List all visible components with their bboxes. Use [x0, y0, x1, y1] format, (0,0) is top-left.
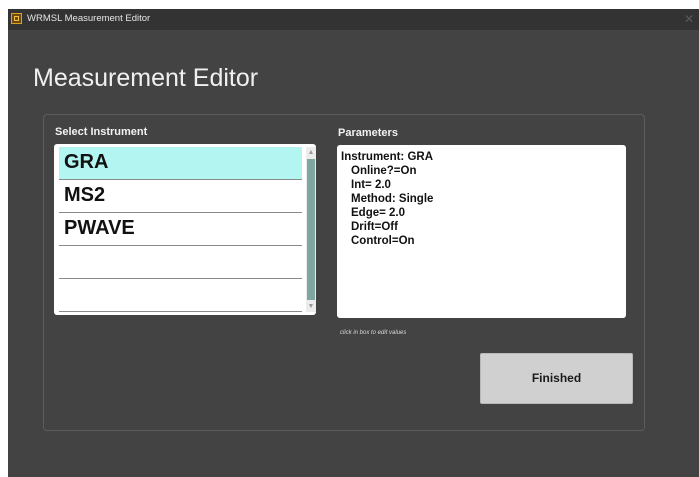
- window-title: WRMSL Measurement Editor: [27, 13, 151, 24]
- instrument-list[interactable]: GRA MS2 PWAVE ▲ ▼: [54, 144, 316, 315]
- instrument-item-empty-1[interactable]: [59, 246, 302, 279]
- edit-hint-text: click in box to edit values: [340, 330, 407, 336]
- list-item-label: PWAVE: [64, 217, 135, 239]
- param-line-edge: Edge= 2.0: [351, 207, 406, 219]
- close-icon[interactable]: ✕: [682, 12, 696, 26]
- select-instrument-label: Select Instrument: [55, 126, 148, 138]
- finished-button[interactable]: Finished: [480, 353, 633, 404]
- scroll-thumb[interactable]: [307, 159, 315, 300]
- scroll-up-icon[interactable]: ▲: [306, 147, 316, 158]
- app-icon: [11, 13, 22, 24]
- parameters-label: Parameters: [338, 127, 398, 139]
- param-line-drift: Drift=Off: [351, 221, 398, 233]
- list-item-label: GRA: [64, 151, 109, 173]
- parameters-box[interactable]: Instrument: GRA Online?=On Int= 2.0 Meth…: [337, 145, 626, 318]
- param-line-int: Int= 2.0: [351, 179, 391, 191]
- param-line-method: Method: Single: [351, 193, 434, 205]
- list-item-label: MS2: [64, 184, 106, 206]
- param-line-instrument: Instrument: GRA: [341, 151, 433, 163]
- instrument-item-ms2[interactable]: MS2: [59, 180, 302, 213]
- param-line-online: Online?=On: [351, 165, 417, 177]
- instrument-list-scrollbar[interactable]: ▲ ▼: [306, 147, 316, 312]
- instrument-item-empty-2[interactable]: [59, 279, 302, 312]
- page-title: Measurement Editor: [33, 64, 259, 92]
- instrument-item-gra[interactable]: GRA: [59, 147, 302, 180]
- scroll-down-icon[interactable]: ▼: [306, 301, 316, 312]
- param-line-control: Control=On: [351, 235, 415, 247]
- title-bar: WRMSL Measurement Editor ✕: [8, 9, 699, 30]
- editor-window: WRMSL Measurement Editor ✕ Measurement E…: [8, 9, 699, 477]
- instrument-item-pwave[interactable]: PWAVE: [59, 213, 302, 246]
